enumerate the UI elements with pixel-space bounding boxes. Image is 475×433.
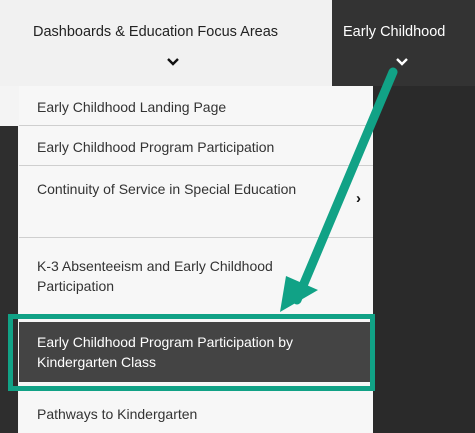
menu-item-k3-absenteeism[interactable]: K-3 Absenteeism and Early Childhood Part… bbox=[19, 238, 373, 315]
nav-tab-dashboards[interactable]: Dashboards & Education Focus Areas bbox=[0, 0, 333, 86]
menu-item-landing-page[interactable]: Early Childhood Landing Page bbox=[19, 86, 373, 126]
highlight-box bbox=[8, 314, 375, 391]
menu-item-label: Early Childhood Program Participation bbox=[37, 139, 275, 155]
menu-item-continuity-of-service[interactable]: Continuity of Service in Special Educati… bbox=[19, 166, 373, 238]
menu-item-label: Pathways to Kindergarten bbox=[37, 406, 198, 422]
menu-item-pathways-to-kindergarten[interactable]: Pathways to Kindergarten bbox=[19, 396, 373, 433]
menu-item-label: Continuity of Service in Special Educati… bbox=[37, 181, 297, 197]
chevron-down-icon bbox=[395, 54, 409, 70]
menu-item-label: K-3 Absenteeism and Early Childhood Part… bbox=[37, 258, 273, 294]
menu-item-label: Early Childhood Landing Page bbox=[37, 99, 227, 115]
chevron-down-icon bbox=[166, 54, 180, 70]
nav-tab-label: Early Childhood bbox=[343, 24, 446, 40]
nav-tab-label: Dashboards & Education Focus Areas bbox=[33, 24, 279, 40]
menu-item-program-participation[interactable]: Early Childhood Program Participation bbox=[19, 126, 373, 166]
chevron-right-icon: › bbox=[356, 190, 361, 207]
nav-tab-early-childhood[interactable]: Early Childhood bbox=[332, 0, 475, 86]
